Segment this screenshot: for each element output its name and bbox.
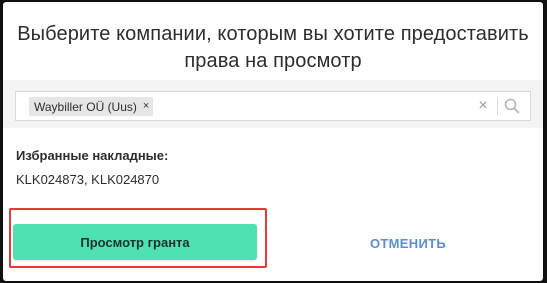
company-multiselect[interactable]: Waybiller OÜ (Uus) × × bbox=[15, 91, 531, 121]
selected-company-chip: Waybiller OÜ (Uus) × bbox=[29, 97, 154, 116]
selected-company-label: Waybiller OÜ (Uus) bbox=[34, 99, 137, 114]
clear-selection-icon[interactable]: × bbox=[474, 97, 492, 115]
dialog-title-line-2: права на просмотр bbox=[184, 50, 362, 72]
company-selector-area: Waybiller OÜ (Uus) × × bbox=[3, 80, 543, 128]
chip-remove-icon[interactable]: × bbox=[143, 101, 149, 112]
selector-divider bbox=[497, 98, 498, 115]
favorite-invoices-value: KLK024873, KLK024870 bbox=[16, 172, 160, 187]
grant-view-button[interactable]: Просмотр гранта bbox=[13, 224, 257, 260]
dialog-title: Выберите компании, которым вы хотите пре… bbox=[3, 21, 543, 75]
grant-view-rights-dialog: Выберите компании, которым вы хотите пре… bbox=[3, 2, 543, 281]
favorite-invoices-label: Избранные накладные: bbox=[16, 148, 169, 163]
cancel-button[interactable]: ОТМЕНИТЬ bbox=[333, 228, 483, 258]
dialog-title-line-1: Выберите компании, которым вы хотите пре… bbox=[17, 23, 529, 45]
dialog-header: Выберите компании, которым вы хотите пре… bbox=[3, 2, 543, 80]
search-icon[interactable] bbox=[503, 97, 521, 115]
